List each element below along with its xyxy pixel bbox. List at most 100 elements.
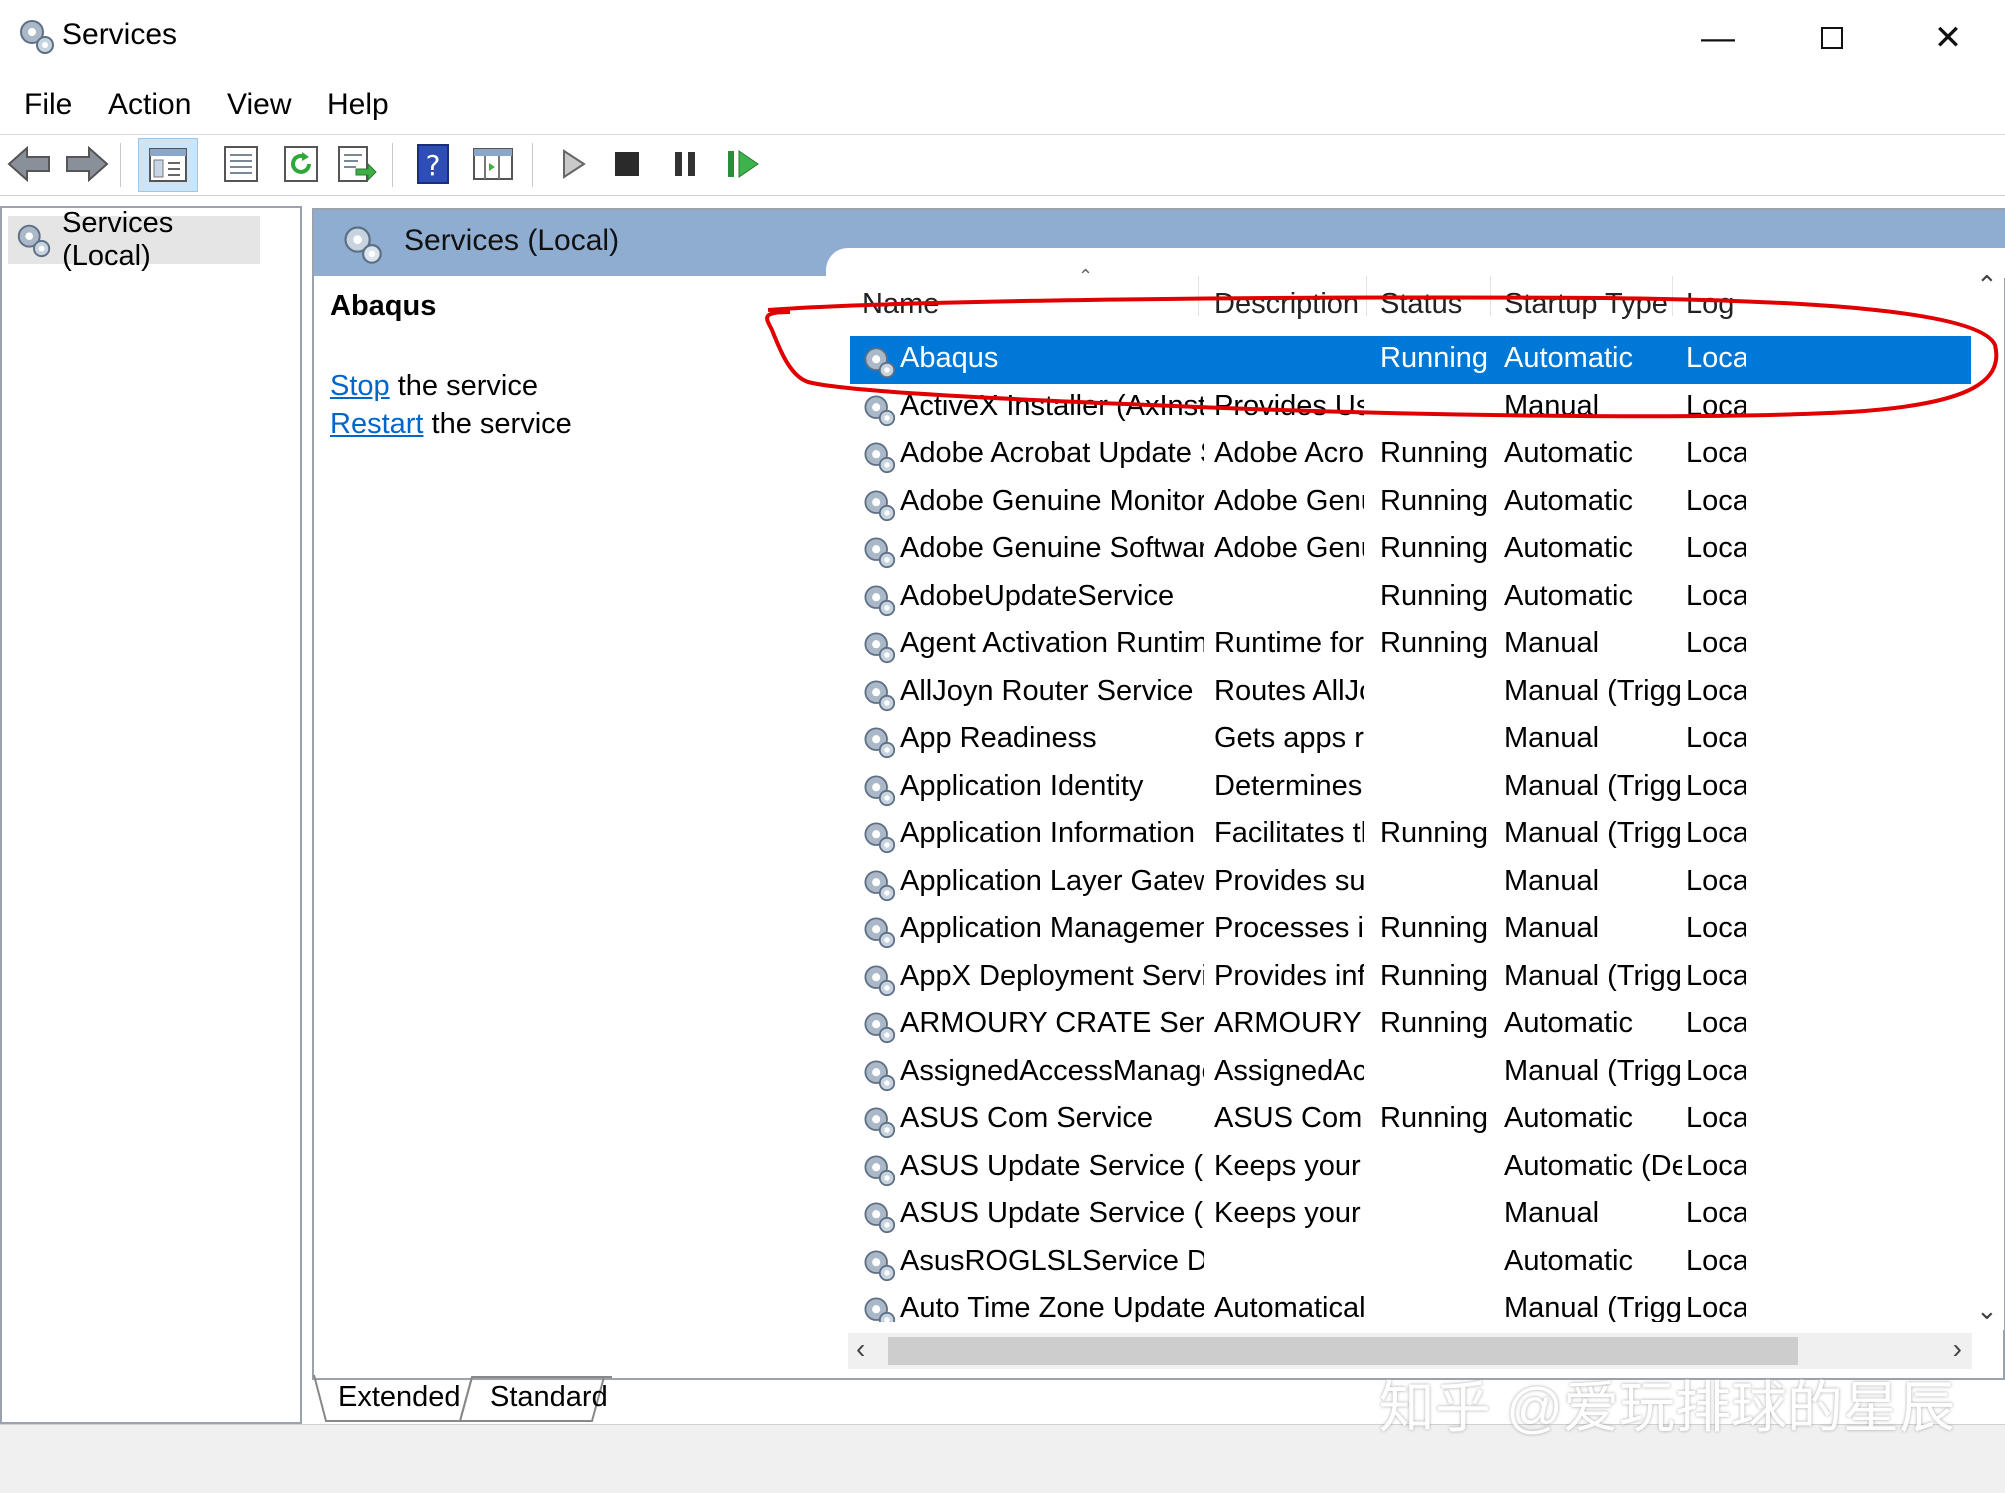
cell-log: Loca — [1686, 389, 1746, 422]
column-header-startup-type[interactable]: Startup Type — [1504, 288, 1668, 321]
minimize-button[interactable]: — — [1663, 10, 1773, 66]
cell-name: Adobe Genuine Monitor Serv... — [900, 484, 1204, 517]
stop-service-icon[interactable] — [604, 141, 650, 187]
restart-service-text: the service — [423, 408, 572, 440]
table-row[interactable]: AsusROGLSLService Downloa... Automatic Loc… — [850, 1239, 1971, 1287]
vertical-scrollbar[interactable]: ⌃ ⌄ — [1972, 270, 2004, 1330]
table-row[interactable]: Application Management Processes in... Run… — [850, 906, 1971, 954]
column-header-name[interactable]: Name — [862, 288, 939, 321]
cell-startup: Automatic — [1504, 532, 1633, 564]
cell-name: ASUS Update Service (asusm) — [900, 1197, 1204, 1229]
cell-desc: Gets apps re... — [1214, 722, 1364, 754]
table-row[interactable]: ASUS Com Service ASUS Com S... Running Auto… — [850, 1096, 1971, 1144]
tab-standard[interactable]: Standard — [478, 1375, 620, 1420]
service-gear-icon — [860, 1293, 896, 1322]
table-row[interactable]: AppX Deployment Service (A... Provides in… — [850, 954, 1971, 1002]
service-gear-icon — [860, 818, 896, 854]
table-row[interactable]: AssignedAccessManager Serv... AssignedAcc… — [850, 1049, 1971, 1097]
cell-log: Loca — [1686, 484, 1746, 517]
restart-service-link[interactable]: Restart — [330, 408, 423, 440]
table-row[interactable]: Application Identity Determines ... Manual… — [850, 764, 1971, 812]
cell-name: AsusROGLSLService Downloa... — [900, 1244, 1204, 1277]
table-row[interactable]: Application Layer Gateway Se... Provides … — [850, 859, 1971, 907]
services-list: ⌃ Name Description Status Startup Type L… — [850, 262, 1971, 1322]
action-pane-icon[interactable] — [470, 141, 516, 187]
service-gear-icon — [860, 391, 896, 427]
help-icon[interactable]: ? — [410, 141, 456, 187]
refresh-icon[interactable] — [278, 141, 324, 187]
cell-desc: Provides Use... — [1214, 389, 1364, 422]
table-row[interactable]: App Readiness Gets apps re... Manual Loca — [850, 716, 1971, 764]
menu-view[interactable]: View — [227, 88, 291, 122]
stop-service-line: Stop the service — [330, 370, 538, 403]
start-service-icon[interactable] — [550, 141, 596, 187]
table-row[interactable]: ASUS Update Service (asus) Keeps your ...… — [850, 1144, 1971, 1192]
cell-status: Running — [1380, 1102, 1489, 1134]
service-gear-icon — [860, 628, 896, 664]
table-row[interactable]: Adobe Genuine Monitor Serv... Adobe Genu.… — [850, 479, 1971, 527]
scroll-right-icon[interactable]: › — [1953, 1333, 1962, 1365]
cell-log: Loca — [1686, 769, 1746, 802]
services-rows: Abaqus Running Automatic Loca ActiveX Instal… — [850, 336, 1971, 1322]
cell-status: Running — [1380, 484, 1489, 517]
table-row[interactable]: Application Information Facilitates th...… — [850, 811, 1971, 859]
cell-desc: Keeps your ... — [1214, 1149, 1364, 1182]
scroll-down-icon[interactable]: ⌄ — [1976, 1295, 1998, 1326]
scrollbar-thumb[interactable] — [888, 1337, 1798, 1365]
table-row[interactable]: Adobe Genuine Software Inte... Adobe Genu… — [850, 526, 1971, 574]
table-row[interactable]: ASUS Update Service (asusm) Keeps your ..… — [850, 1191, 1971, 1239]
column-header-status[interactable]: Status — [1380, 288, 1462, 321]
export-list-icon[interactable] — [334, 141, 380, 187]
table-row[interactable]: AdobeUpdateService Running Automatic Loca — [850, 574, 1971, 622]
cell-log: Loca — [1686, 1149, 1746, 1182]
menu-bar: File Action View Help — [0, 78, 2005, 135]
properties-sheet-icon[interactable] — [218, 141, 264, 187]
cell-log: Loca — [1686, 627, 1746, 659]
table-row[interactable]: Agent Activation Runtime_29f... Runtime f… — [850, 621, 1971, 669]
table-row[interactable]: Abaqus Running Automatic Loca — [850, 336, 1971, 384]
table-row[interactable]: Adobe Acrobat Update Service Adobe Acro..… — [850, 431, 1971, 479]
cell-status: Running — [1380, 437, 1489, 469]
maximize-button[interactable] — [1777, 10, 1887, 66]
scroll-up-icon[interactable]: ⌃ — [1976, 270, 1998, 301]
cell-log: Loca — [1686, 579, 1746, 612]
cell-desc: Adobe Genu... — [1214, 532, 1364, 564]
menu-action[interactable]: Action — [108, 88, 191, 122]
pause-service-icon[interactable] — [662, 141, 708, 187]
back-arrow-icon[interactable] — [6, 141, 52, 187]
cell-log: Loca — [1686, 864, 1746, 897]
cell-name: ActiveX Installer (AxInstSV) — [900, 389, 1204, 422]
cell-startup: Manual — [1504, 722, 1600, 754]
cell-status: Running — [1380, 817, 1489, 849]
table-row[interactable]: ActiveX Installer (AxInstSV) Provides Use… — [850, 384, 1971, 432]
close-button[interactable]: ✕ — [1893, 10, 2003, 66]
cell-name: Adobe Acrobat Update Service — [900, 437, 1204, 469]
service-gear-icon — [860, 771, 896, 807]
main-pane: Services (Local) Abaqus Stop the service… — [312, 208, 2005, 1380]
forward-arrow-icon[interactable] — [64, 141, 110, 187]
cell-name: Adobe Genuine Software Inte... — [900, 532, 1204, 564]
sort-ascending-icon: ⌃ — [1078, 266, 1094, 286]
cell-log: Loca — [1686, 1197, 1746, 1229]
cell-log: Loca — [1686, 1244, 1746, 1277]
column-header-description[interactable]: Description — [1214, 288, 1359, 321]
cell-name: ASUS Com Service — [900, 1102, 1154, 1134]
tab-extended[interactable]: Extended — [326, 1375, 473, 1420]
service-gear-icon — [860, 1151, 896, 1187]
restart-service-icon[interactable] — [720, 141, 766, 187]
service-gear-icon — [860, 438, 896, 474]
table-row[interactable]: AllJoyn Router Service Routes AllJo... Man… — [850, 669, 1971, 717]
cell-name: Application Layer Gateway Se... — [900, 864, 1204, 897]
table-row[interactable]: Auto Time Zone Updater Automaticall... Man… — [850, 1286, 1971, 1322]
menu-file[interactable]: File — [24, 88, 72, 122]
menu-help[interactable]: Help — [327, 88, 389, 122]
service-gear-icon — [860, 866, 896, 902]
column-header-log-on-as[interactable]: Log — [1686, 288, 1734, 321]
cell-startup: Manual (Trigg... — [1504, 1054, 1682, 1087]
cell-name: AssignedAccessManager Serv... — [900, 1054, 1204, 1087]
show-hide-console-tree-icon[interactable] — [138, 138, 198, 192]
stop-service-link[interactable]: Stop — [330, 370, 390, 402]
tree-item-services-local[interactable]: Services (Local) — [8, 207, 260, 272]
scroll-left-icon[interactable]: ‹ — [856, 1333, 865, 1365]
table-row[interactable]: ARMOURY CRATE Service ARMOURY C... Running… — [850, 1001, 1971, 1049]
